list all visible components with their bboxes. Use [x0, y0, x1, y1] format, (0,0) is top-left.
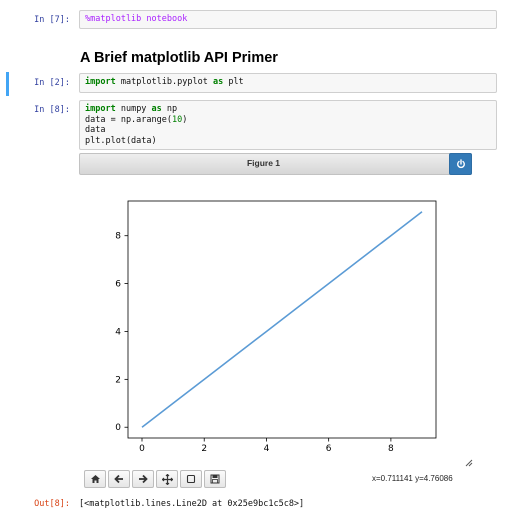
x-tick-label: 2 [201, 444, 207, 454]
code-cell-magic[interactable]: %matplotlib notebook [79, 10, 497, 29]
markdown-heading: A Brief matplotlib API Primer [80, 50, 278, 66]
save-button[interactable] [204, 470, 226, 488]
power-icon [456, 159, 465, 169]
x-tick-label: 0 [139, 444, 145, 454]
code-line-2-start: data = np.arange( [85, 114, 172, 125]
resize-handle-icon[interactable] [465, 459, 473, 467]
code-line-2-end: ) [182, 114, 188, 125]
y-tick-label: 0 [115, 423, 121, 433]
code-number: 10 [172, 114, 183, 125]
keyword-as: as [151, 104, 162, 114]
code-cell-data[interactable]: import numpy as np data = np.arange(10) … [79, 100, 497, 150]
code-line-4: plt.plot(data) [85, 135, 157, 146]
x-tick-label: 8 [388, 444, 394, 454]
stop-interaction-button[interactable] [449, 153, 472, 175]
module-name: matplotlib.pyplot [115, 77, 213, 87]
forward-button[interactable] [132, 470, 154, 488]
keyword-as: as [212, 77, 224, 87]
cursor-coordinates: x=0.711141 y=4.76086 [372, 474, 453, 483]
forward-arrow-icon [139, 474, 148, 484]
back-arrow-icon [114, 474, 123, 484]
series-line [141, 211, 423, 428]
y-tick-label: 4 [115, 327, 121, 337]
zoom-rect-button[interactable] [180, 470, 202, 488]
x-tick-label: 4 [264, 444, 270, 454]
cell-prompt-7: In [7]: [34, 15, 70, 25]
save-icon [210, 474, 220, 484]
code-line-3: data [85, 125, 106, 135]
magic-command: %matplotlib notebook [85, 14, 188, 24]
figure-toolbar [84, 470, 226, 488]
pan-icon [161, 473, 173, 485]
module-name: numpy [115, 104, 152, 114]
y-tick-label: 6 [115, 280, 121, 290]
code-cell-import[interactable]: import matplotlib.pyplot as plt [79, 73, 497, 93]
alias-name: plt [223, 77, 244, 87]
back-button[interactable] [108, 470, 130, 488]
keyword-import: import [85, 104, 116, 114]
figure-title: Figure 1 [246, 158, 281, 168]
plot-axes-frame [127, 200, 437, 439]
figure-header: Figure 1 [79, 153, 472, 175]
pan-button[interactable] [156, 470, 178, 488]
keyword-import: import [85, 77, 116, 87]
home-icon [90, 475, 100, 483]
y-tick-label: 8 [115, 232, 121, 242]
alias-name: np [161, 104, 178, 114]
output-prompt-8: Out[8]: [34, 499, 70, 509]
cell-prompt-8: In [8]: [34, 105, 70, 115]
zoom-rect-icon [186, 474, 196, 484]
cell-prompt-2: In [2]: [34, 78, 70, 88]
x-tick-label: 6 [326, 444, 332, 454]
output-text: [<matplotlib.lines.Line2D at 0x25e9bc1c5… [79, 499, 305, 509]
home-button[interactable] [84, 470, 106, 488]
y-tick-label: 2 [115, 375, 121, 385]
